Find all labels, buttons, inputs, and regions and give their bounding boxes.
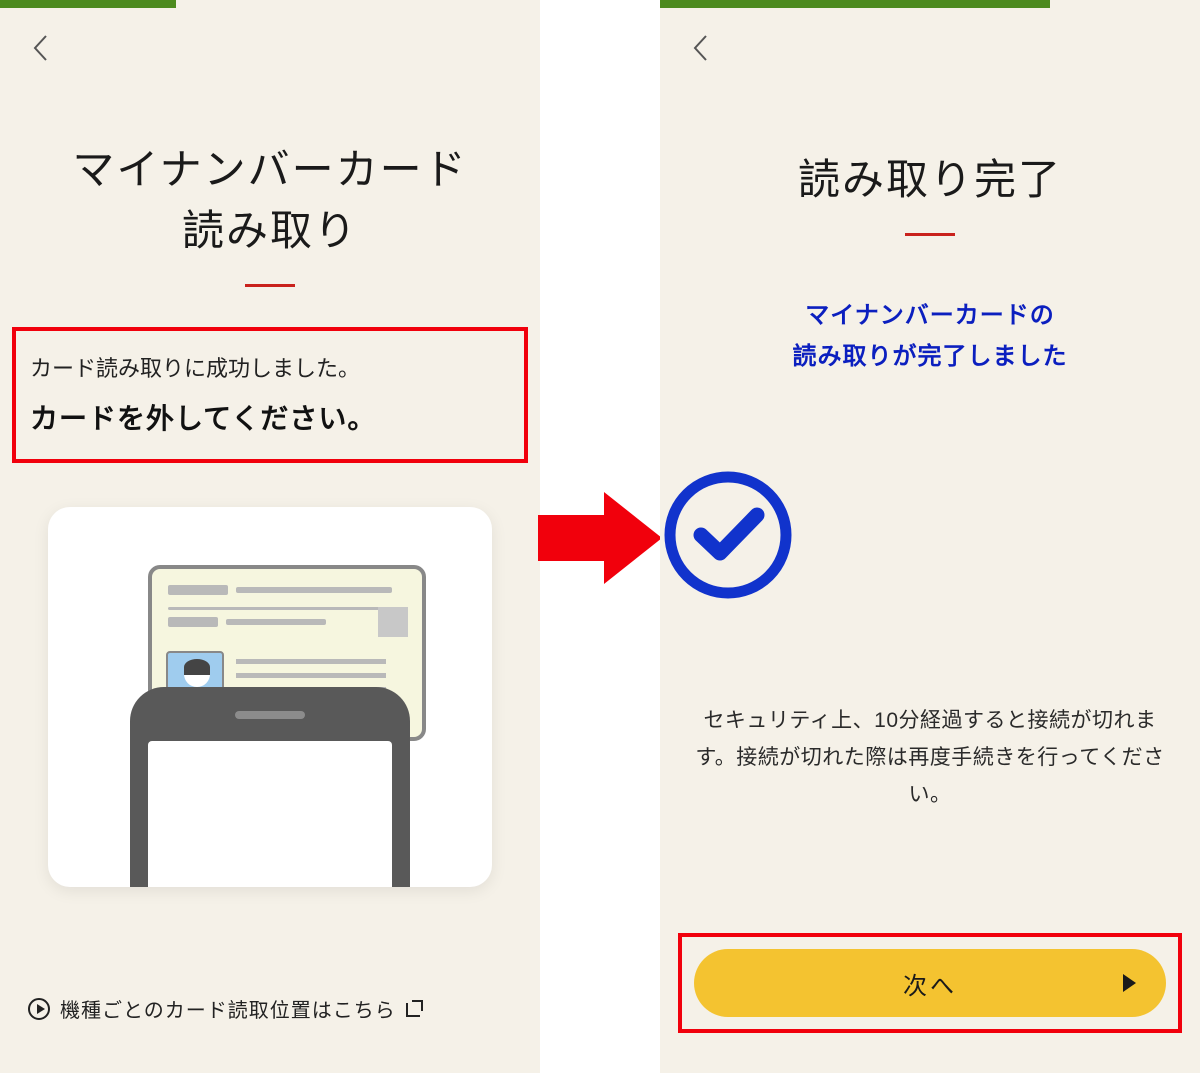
- external-link-icon: [406, 1001, 422, 1017]
- title-underline: [245, 284, 295, 287]
- progress-bar-left: [0, 0, 176, 8]
- message-line2: カードを外してください。: [30, 397, 510, 437]
- device-position-link[interactable]: 機種ごとのカード読取位置はこちら: [28, 994, 512, 1023]
- play-circle-icon: [28, 998, 50, 1020]
- page-title: 読み取り完了: [660, 150, 1200, 211]
- title-underline: [905, 233, 955, 236]
- arrow-right-icon: [538, 488, 662, 588]
- title-text: 読み取り完了: [798, 156, 1062, 203]
- back-button[interactable]: [680, 28, 720, 68]
- title-line1: マイナンバーカード: [72, 146, 467, 193]
- title-line2: 読み取り: [182, 207, 358, 254]
- back-button[interactable]: [20, 28, 60, 68]
- success-line2: 読み取りが完了しました: [793, 343, 1068, 370]
- next-button[interactable]: 次へ: [694, 949, 1166, 1017]
- device-link-text: 機種ごとのカード読取位置はこちら: [60, 994, 396, 1023]
- next-button-label: 次へ: [903, 966, 957, 1001]
- message-line1: カード読み取りに成功しました。: [30, 351, 510, 383]
- page-title: マイナンバーカード 読み取り: [0, 140, 540, 262]
- illustration-card: [48, 507, 492, 887]
- chevron-left-icon: [32, 34, 48, 62]
- chevron-left-icon: [692, 34, 708, 62]
- screen-read-complete: 読み取り完了 マイナンバーカードの 読み取りが完了しました セキュリティ上、10…: [660, 0, 1200, 1073]
- next-button-highlight: 次へ: [678, 933, 1182, 1033]
- progress-bar-right: [660, 0, 1050, 8]
- screen-read-card: マイナンバーカード 読み取り カード読み取りに成功しました。 カードを外してくだ…: [0, 0, 540, 1073]
- phone-icon: [130, 687, 410, 887]
- triangle-right-icon: [1123, 974, 1136, 992]
- success-line1: マイナンバーカードの: [805, 302, 1055, 329]
- success-message: マイナンバーカードの 読み取りが完了しました: [660, 296, 1200, 378]
- success-message-box: カード読み取りに成功しました。 カードを外してください。: [12, 327, 528, 463]
- security-notice: セキュリティ上、10分経過すると接続が切れます。接続が切れた際は再度手続きを行っ…: [694, 703, 1166, 813]
- checkmark-circle-icon: [660, 467, 796, 603]
